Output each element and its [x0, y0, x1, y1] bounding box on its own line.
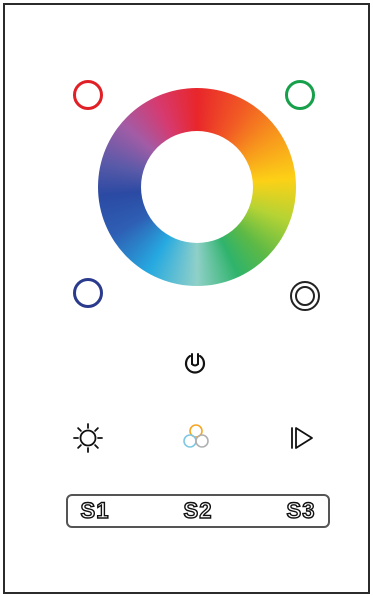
- color-wheel-center: [141, 131, 253, 243]
- color-wheel[interactable]: [98, 88, 296, 286]
- play-mode-button[interactable]: [287, 423, 317, 453]
- power-button[interactable]: [180, 346, 210, 376]
- play-icon: [291, 427, 313, 449]
- scene-3-button[interactable]: S3: [276, 496, 326, 526]
- rgb-circles-icon: [183, 424, 209, 448]
- sun-icon: [73, 423, 103, 453]
- scene-selector: S1 S2 S3: [66, 494, 330, 528]
- blue-channel-button[interactable]: [73, 278, 103, 308]
- control-panel: S1 S2 S3: [3, 3, 370, 594]
- scene-1-button[interactable]: S1: [70, 496, 120, 526]
- green-channel-button[interactable]: [285, 80, 315, 110]
- white-mode-button[interactable]: [290, 281, 320, 311]
- brightness-button[interactable]: [71, 421, 105, 455]
- color-mix-button[interactable]: [178, 420, 214, 456]
- red-channel-button[interactable]: [73, 80, 103, 110]
- double-circle-icon: [295, 286, 315, 306]
- scene-2-button[interactable]: S2: [173, 496, 223, 526]
- power-icon: [184, 353, 206, 374]
